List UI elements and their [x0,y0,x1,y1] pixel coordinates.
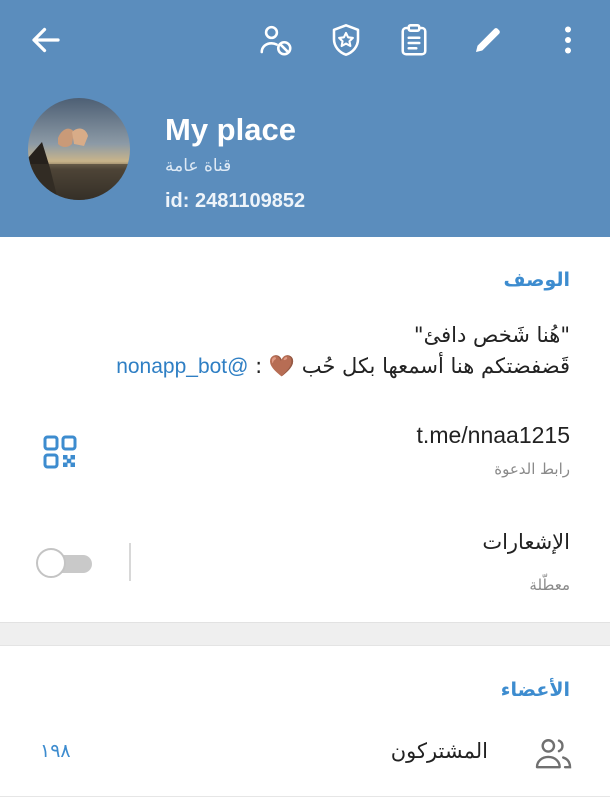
divider [129,543,131,581]
recent-actions-button[interactable] [392,18,436,62]
channel-name: My place [165,112,296,147]
description-section-title: الوصف [503,269,570,291]
channel-info-screen: My place قناة عامة id: 2481109852 الوصف … [0,0,610,800]
clipboard-icon [401,24,427,56]
admin-rights-button[interactable] [324,18,368,62]
arrow-left-icon [32,27,60,53]
more-vertical-icon [565,26,571,54]
members-section-title: الأعضاء [500,679,570,701]
channel-id: id: 2481109852 [165,190,306,212]
back-button[interactable] [24,18,68,62]
row-divider [0,796,610,797]
block-user-button[interactable] [254,18,298,62]
bot-handle-link[interactable]: @nonapp_bot [116,355,248,378]
section-divider [0,622,610,646]
user-block-icon [260,25,292,56]
notifications-state: معطّلة [529,576,570,594]
channel-avatar[interactable] [28,98,130,200]
users-icon [535,739,572,769]
pencil-icon [476,28,500,52]
channel-description: "هُنا شَخص دافئ" قَضفضتكم هنا أسمعها بكل… [30,320,570,382]
shield-star-icon [332,24,360,56]
invite-link[interactable]: t.me/nnaa1215 [417,422,570,449]
qr-code-icon[interactable] [42,434,78,470]
description-line-2-text: قَضفضتكم هنا أسمعها بكل حُب [301,354,570,378]
subscribers-count: ١٩٨ [40,740,71,762]
description-separator: : [255,354,263,378]
invite-link-caption: رابط الدعوة [494,460,570,478]
brown-heart-emoji: 🤎 [268,354,296,378]
description-line-1: "هُنا شَخص دافئ" [413,323,570,347]
more-options-button[interactable] [546,18,590,62]
profile-header: My place قناة عامة id: 2481109852 [0,0,610,237]
notifications-label: الإشعارات [482,530,570,554]
channel-type: قناة عامة [165,156,232,176]
notifications-toggle[interactable] [36,547,94,579]
description-line-2: قَضفضتكم هنا أسمعها بكل حُب 🤎 : @nonapp_… [30,351,570,382]
toggle-knob [36,548,66,578]
subscribers-label[interactable]: المشتركون [391,739,488,763]
edit-button[interactable] [466,18,510,62]
